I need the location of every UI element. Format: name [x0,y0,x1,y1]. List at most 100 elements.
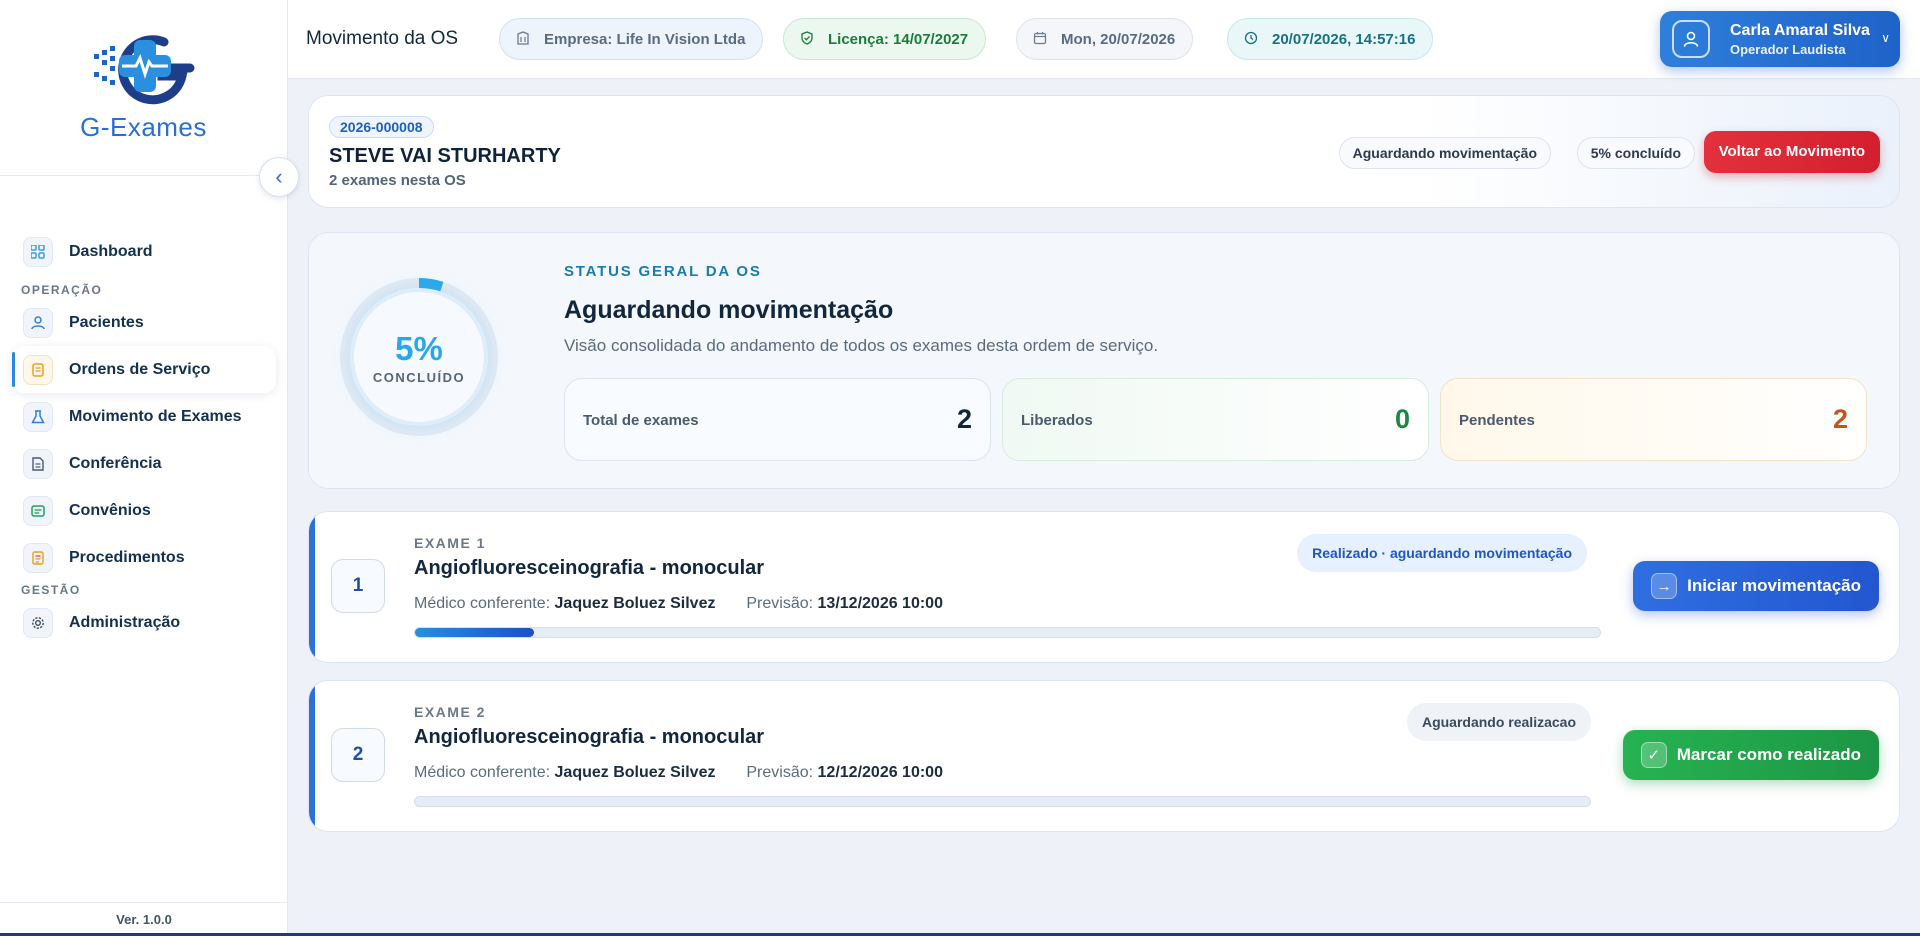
kpi-value: 2 [956,404,972,434]
exam-name: Angiofluoresceinografia - monocular [414,726,765,748]
chevron-down-icon: ∨ [1881,31,1890,45]
datetime-text: 20/07/2026, 14:57:16 [1272,30,1416,48]
exam-name: Angiofluoresceinografia - monocular [414,557,765,579]
forecast-label: Previsão: [746,764,814,781]
start-movement-button[interactable]: → Iniciar movimentação [1633,561,1879,611]
company-text: Empresa: Life In Vision Ltda [544,30,746,48]
id-card-icon [23,495,53,526]
sidebar-item-convenios[interactable]: Convênios [12,487,276,534]
sidebar-nav: Dashboard OPERAÇÃO Pacientes Ordens de S… [0,228,288,646]
sidebar-item-label: Conferência [69,454,162,472]
forecast-value: 13/12/2026 10:00 [817,595,943,612]
sidebar-item-procedimentos[interactable]: Procedimentos [12,534,276,581]
company-chip: Empresa: Life In Vision Ltda [499,18,764,60]
button-label: Iniciar movimentação [1687,576,1861,595]
exam-card: 2 EXAME 2 Angiofluoresceinografia - mono… [308,680,1900,832]
sidebar-item-label: Pacientes [69,313,144,331]
shield-check-icon [800,30,814,48]
exam-progress-bar [414,627,1601,638]
progress-ring: 5% CONCLUÍDO [339,277,499,437]
kpi-label: Total de exames [583,412,699,429]
nav-section-operacao: OPERAÇÃO [21,283,103,297]
doctor-name: Jaquez Boluez Silvez [554,595,716,612]
doctor-name: Jaquez Boluez Silvez [554,764,716,781]
sidebar-item-label: Procedimentos [69,548,185,566]
mark-as-done-button[interactable]: ✓ Marcar como realizado [1622,730,1879,780]
date-chip: Mon, 20/07/2026 [1016,18,1194,60]
sidebar-item-label: Administração [69,613,181,631]
kpi-value: 0 [1394,404,1410,434]
sidebar-item-conferencia[interactable]: Conferência [12,440,276,487]
os-status-card: 5% CONCLUÍDO STATUS GERAL DA OS Aguardan… [308,232,1900,489]
collapse-sidebar-button[interactable]: ‹ [259,157,299,197]
exam-eyebrow: EXAME 2 [414,704,486,720]
building-icon [516,30,530,48]
calendar-icon [1033,31,1047,48]
status-description: Visão consolidada do andamento de todos … [564,336,1159,355]
kpi-total-exams: Total de exames 2 [564,378,991,461]
kpi-label: Liberados [1021,412,1093,429]
page-title: Movimento da OS [306,28,459,49]
user-icon [23,307,53,338]
os-percent-pill: 5% concluído [1576,137,1695,169]
chevron-left-icon: ‹ [275,164,283,189]
exam-card: 1 EXAME 1 Angiofluoresceinografia - mono… [308,511,1900,663]
sidebar-item-label: Movimento de Exames [69,407,242,425]
clock-icon [1244,31,1258,48]
sidebar-item-label: Ordens de Serviço [69,360,211,378]
logo-area: G-Exames [0,0,287,176]
file-text-icon [23,448,53,479]
doctor-label: Médico conferente: [414,764,551,781]
check-icon: ✓ [1640,742,1667,768]
forecast-value: 12/12/2026 10:00 [817,764,943,781]
os-code-badge: 2026-000008 [329,116,434,138]
sidebar-item-label: Convênios [69,501,151,519]
exam-progress-bar [414,796,1591,807]
sidebar-item-label: Dashboard [69,242,153,260]
sidebar-item-pacientes[interactable]: Pacientes [12,299,276,346]
logo-icon [92,32,196,110]
exam-number: 2 [331,728,385,782]
kpi-label: Pendentes [1459,412,1535,429]
arrow-right-icon: → [1651,573,1678,599]
license-text: Licença: 14/07/2027 [828,30,969,48]
user-name: Carla Amaral Silva [1730,21,1870,39]
flask-icon [23,401,53,432]
button-label: Marcar como realizado [1676,745,1861,764]
user-menu[interactable]: Carla Amaral Silva Operador Laudista ∨ [1660,11,1900,67]
exam-status-badge: Realizado · aguardando movimentação [1297,534,1587,572]
progress-percent: 5% [395,329,443,367]
grid-icon [23,236,53,267]
exam-progress-fill [415,628,534,637]
kpi-value: 2 [1832,404,1848,434]
progress-ring-center: 5% CONCLUÍDO [353,291,485,423]
sidebar: G-Exames ‹ Dashboard OPERAÇÃO Pacientes … [0,0,299,936]
user-avatar-icon [1672,20,1710,58]
sidebar-item-administracao[interactable]: Administração [12,599,276,646]
logo-text: G-Exames [80,112,207,142]
kpi-released: Liberados 0 [1002,378,1429,461]
document-icon [23,354,53,385]
license-chip: Licença: 14/07/2027 [783,18,987,60]
sidebar-item-ordens-de-servico[interactable]: Ordens de Serviço [12,346,276,393]
date-text: Mon, 20/07/2026 [1061,30,1176,48]
forecast-label: Previsão: [746,595,814,612]
exam-meta: Médico conferente: Jaquez Boluez Silvez … [414,764,943,782]
kpi-pending: Pendentes 2 [1440,378,1867,461]
os-status-pill: Aguardando movimentação [1338,137,1551,169]
doctor-label: Médico conferente: [414,595,551,612]
sidebar-item-dashboard[interactable]: Dashboard [12,228,276,275]
os-header-card: 2026-000008 STEVE VAI STURHARTY 2 exames… [308,95,1900,208]
sidebar-item-movimento-de-exames[interactable]: Movimento de Exames [12,393,276,440]
exam-status-badge: Aguardando realizacao [1406,703,1591,741]
status-title: Aguardando movimentação [564,296,894,324]
exam-number: 1 [331,559,385,613]
patient-name: STEVE VAI STURHARTY [329,145,561,167]
exam-eyebrow: EXAME 1 [414,535,486,551]
back-to-movement-button[interactable]: Voltar ao Movimento [1703,131,1880,173]
top-bar: Movimento da OS Empresa: Life In Vision … [288,0,1920,79]
nav-section-gestao: GESTÃO [21,583,81,597]
datetime-chip: 20/07/2026, 14:57:16 [1227,18,1434,60]
version-label: Ver. 1.0.0 [0,902,288,936]
list-icon [23,542,53,573]
